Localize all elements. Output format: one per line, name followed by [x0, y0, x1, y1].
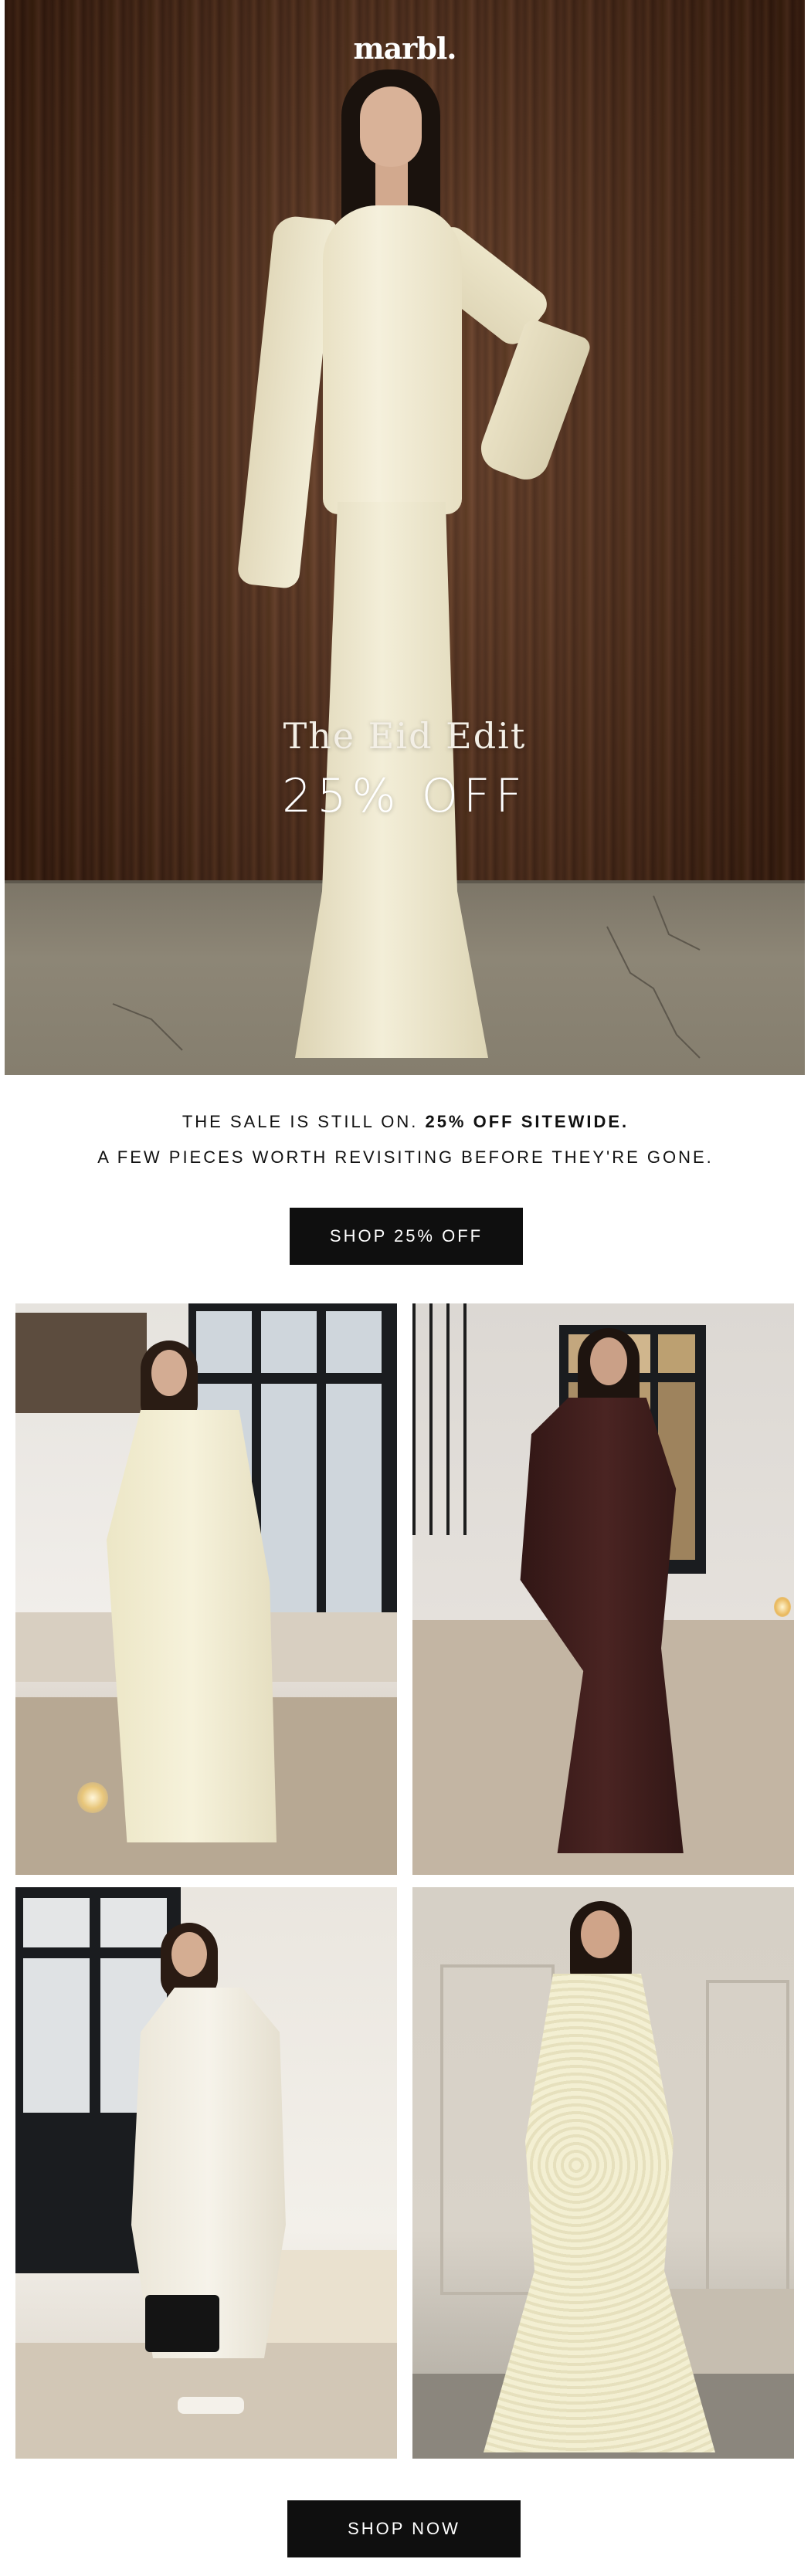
- intro-line-2: A FEW PIECES WORTH REVISITING BEFORE THE…: [97, 1147, 714, 1167]
- shoes: [178, 2397, 244, 2414]
- gown-sleeve-left: [236, 214, 337, 590]
- hero-banner[interactable]: marbl. The Eid Edit 25% OFF: [5, 0, 805, 1075]
- shop-25-off-button[interactable]: SHOP 25% OFF: [290, 1208, 523, 1265]
- model-face: [360, 86, 422, 167]
- black-handbag: [145, 2295, 219, 2352]
- shop-now-button[interactable]: SHOP NOW: [287, 2500, 521, 2557]
- product-image-cream-midi-dress[interactable]: [15, 1887, 397, 2459]
- model-face: [171, 1932, 207, 1977]
- hero-model: [236, 69, 607, 1066]
- model-face: [581, 1910, 619, 1958]
- hero-subtitle: The Eid Edit: [283, 715, 527, 757]
- staircase-rail: [412, 1303, 467, 1535]
- product-image-cream-lace-gown[interactable]: [412, 1887, 794, 2459]
- wall-artwork: [15, 1313, 147, 1413]
- intro-line-1-bold: 25% OFF SITEWIDE.: [425, 1112, 629, 1131]
- model-face: [590, 1337, 627, 1385]
- wall-lamp: [774, 1597, 791, 1617]
- gown-sleeve-right-lower: [474, 317, 593, 486]
- intro-line-1: THE SALE IS STILL ON. 25% OFF SITEWIDE.: [0, 1104, 811, 1140]
- floor-lamp-glow: [77, 1782, 108, 1813]
- email-container: marbl. The Eid Edit 25% OFF THE SALE IS …: [0, 0, 811, 2576]
- brand-logo[interactable]: marbl.: [5, 31, 805, 66]
- model-face: [151, 1350, 187, 1396]
- hero-offer: 25% OFF: [282, 769, 528, 823]
- gown-bodice: [323, 205, 462, 514]
- wall-panel-right: [706, 1980, 789, 2310]
- product-image-brown-gown[interactable]: [412, 1303, 794, 1875]
- intro-text: THE SALE IS STILL ON. 25% OFF SITEWIDE. …: [0, 1104, 811, 1175]
- product-image-cream-draped-gown[interactable]: [15, 1303, 397, 1875]
- intro-line-1-prefix: THE SALE IS STILL ON.: [182, 1112, 426, 1131]
